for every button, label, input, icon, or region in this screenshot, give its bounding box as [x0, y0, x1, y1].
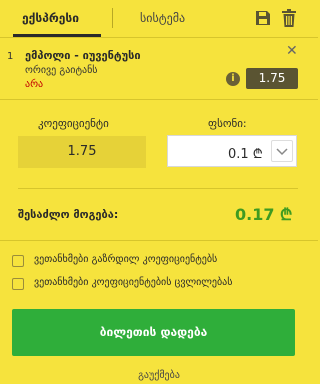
match-name: ემპოლი - იუვენტუსი	[25, 49, 141, 62]
chevron-down-icon	[276, 148, 288, 156]
coefficient-value: 1.75	[18, 136, 146, 168]
option-label: ვეთანხმები კოეფიციენტების ცვლილებას	[34, 277, 233, 288]
bet-item: 1 ემპოლი - იუვენტუსი ორივე გაიტანს არა ✕…	[0, 40, 318, 96]
option-label: ვეთანხმები გაზრდილ კოეფიციენტებს	[34, 254, 218, 265]
outcome-name: არა	[25, 79, 44, 90]
divider	[18, 188, 298, 189]
tab-system[interactable]: სისტემა	[140, 0, 185, 37]
possible-win-label: შესაძლო მოგება:	[18, 208, 119, 221]
tab-express[interactable]: ექსპრესი	[22, 0, 79, 37]
place-bet-button[interactable]: ბილეთის დადება	[12, 309, 295, 356]
divider	[0, 240, 318, 241]
divider	[0, 99, 318, 100]
tab-separator	[112, 8, 113, 28]
market-name: ორივე გაიტანს	[25, 65, 98, 76]
info-icon[interactable]: i	[226, 72, 240, 86]
stake-dropdown-button[interactable]	[271, 140, 293, 162]
save-icon[interactable]	[255, 10, 271, 30]
close-icon[interactable]: ✕	[286, 43, 298, 59]
bet-number: 1	[7, 51, 14, 62]
trash-icon[interactable]	[282, 9, 296, 31]
cancel-link[interactable]: გაუქმება	[0, 370, 318, 381]
betslip-tabs: ექსპრესი სისტემა	[0, 0, 318, 38]
active-tab-indicator	[13, 34, 101, 37]
stake-input[interactable]: 0.1 ₾	[167, 135, 297, 167]
checkbox[interactable]	[12, 255, 24, 267]
odds-badge: 1.75	[246, 68, 298, 89]
coefficient-label: კოეფიციენტი	[38, 117, 109, 130]
possible-win-value: 0.17 ₾	[235, 205, 293, 224]
checkbox[interactable]	[12, 278, 24, 290]
stake-label: ფსონი:	[208, 117, 247, 130]
stake-amount: 0.1 ₾	[228, 147, 263, 162]
